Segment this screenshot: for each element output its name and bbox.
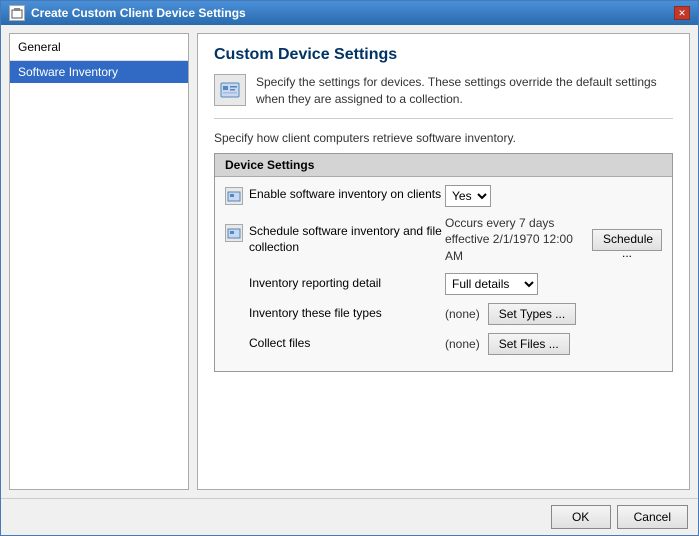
title-bar: Create Custom Client Device Settings ✕ <box>1 1 698 25</box>
window-icon <box>9 5 25 21</box>
value-collect-files: (none) Set Files ... <box>445 333 662 355</box>
label-schedule: Schedule software inventory and file col… <box>225 224 445 255</box>
intro-text: Specify the settings for devices. These … <box>256 74 673 108</box>
device-settings-group: Device Settings Enable software inventor… <box>214 153 673 372</box>
window-title: Create Custom Client Device Settings <box>31 6 246 20</box>
section-description: Specify how client computers retrieve so… <box>214 131 673 145</box>
enable-software-select[interactable]: Yes No <box>445 185 491 207</box>
main-content: Custom Device Settings Specify the setti… <box>197 33 690 490</box>
schedule-button[interactable]: Schedule ... <box>592 229 662 251</box>
enable-software-icon <box>225 187 243 205</box>
settings-icon <box>214 74 246 106</box>
collect-files-value: (none) <box>445 337 480 351</box>
label-text-file-types: Inventory these file types <box>249 306 445 322</box>
label-file-types: Inventory these file types <box>225 306 445 322</box>
set-types-button[interactable]: Set Types ... <box>488 303 576 325</box>
ok-button[interactable]: OK <box>551 505 611 529</box>
cancel-button[interactable]: Cancel <box>617 505 688 529</box>
label-collect-files: Collect files <box>225 336 445 352</box>
row-enable-software: Enable software inventory on clients Yes… <box>225 185 662 207</box>
device-settings-header: Device Settings <box>215 154 672 177</box>
sidebar: General Software Inventory <box>9 33 189 490</box>
label-inventory-detail: Inventory reporting detail <box>225 276 445 292</box>
footer-bar: OK Cancel <box>1 498 698 535</box>
title-bar-left: Create Custom Client Device Settings <box>9 5 246 21</box>
sidebar-header: General <box>10 34 188 61</box>
label-text-schedule: Schedule software inventory and file col… <box>249 224 445 255</box>
dialog-body: General Software Inventory Custom Device… <box>1 25 698 498</box>
label-text-enable-software: Enable software inventory on clients <box>249 187 445 203</box>
value-enable-software: Yes No <box>445 185 662 207</box>
row-inventory-detail: Inventory reporting detail Full details … <box>225 273 662 295</box>
file-types-value: (none) <box>445 307 480 321</box>
intro-section: Specify the settings for devices. These … <box>214 74 673 119</box>
set-files-button[interactable]: Set Files ... <box>488 333 570 355</box>
schedule-info-text: Occurs every 7 days effective 2/1/1970 1… <box>445 215 584 265</box>
row-file-types: Inventory these file types (none) Set Ty… <box>225 303 662 325</box>
label-enable-software: Enable software inventory on clients <box>225 187 445 205</box>
schedule-icon <box>225 224 243 242</box>
label-text-collect-files: Collect files <box>249 336 445 352</box>
close-button[interactable]: ✕ <box>674 6 690 20</box>
row-collect-files: Collect files (none) Set Files ... <box>225 333 662 355</box>
value-inventory-detail: Full details Product only None <box>445 273 662 295</box>
inventory-detail-select[interactable]: Full details Product only None <box>445 273 538 295</box>
sidebar-item-software-inventory[interactable]: Software Inventory <box>10 61 188 83</box>
value-file-types: (none) Set Types ... <box>445 303 662 325</box>
row-schedule: Schedule software inventory and file col… <box>225 215 662 265</box>
label-text-inventory-detail: Inventory reporting detail <box>249 276 445 292</box>
dialog-window: Create Custom Client Device Settings ✕ G… <box>0 0 699 536</box>
value-schedule: Occurs every 7 days effective 2/1/1970 1… <box>445 215 662 265</box>
page-title: Custom Device Settings <box>214 46 673 64</box>
